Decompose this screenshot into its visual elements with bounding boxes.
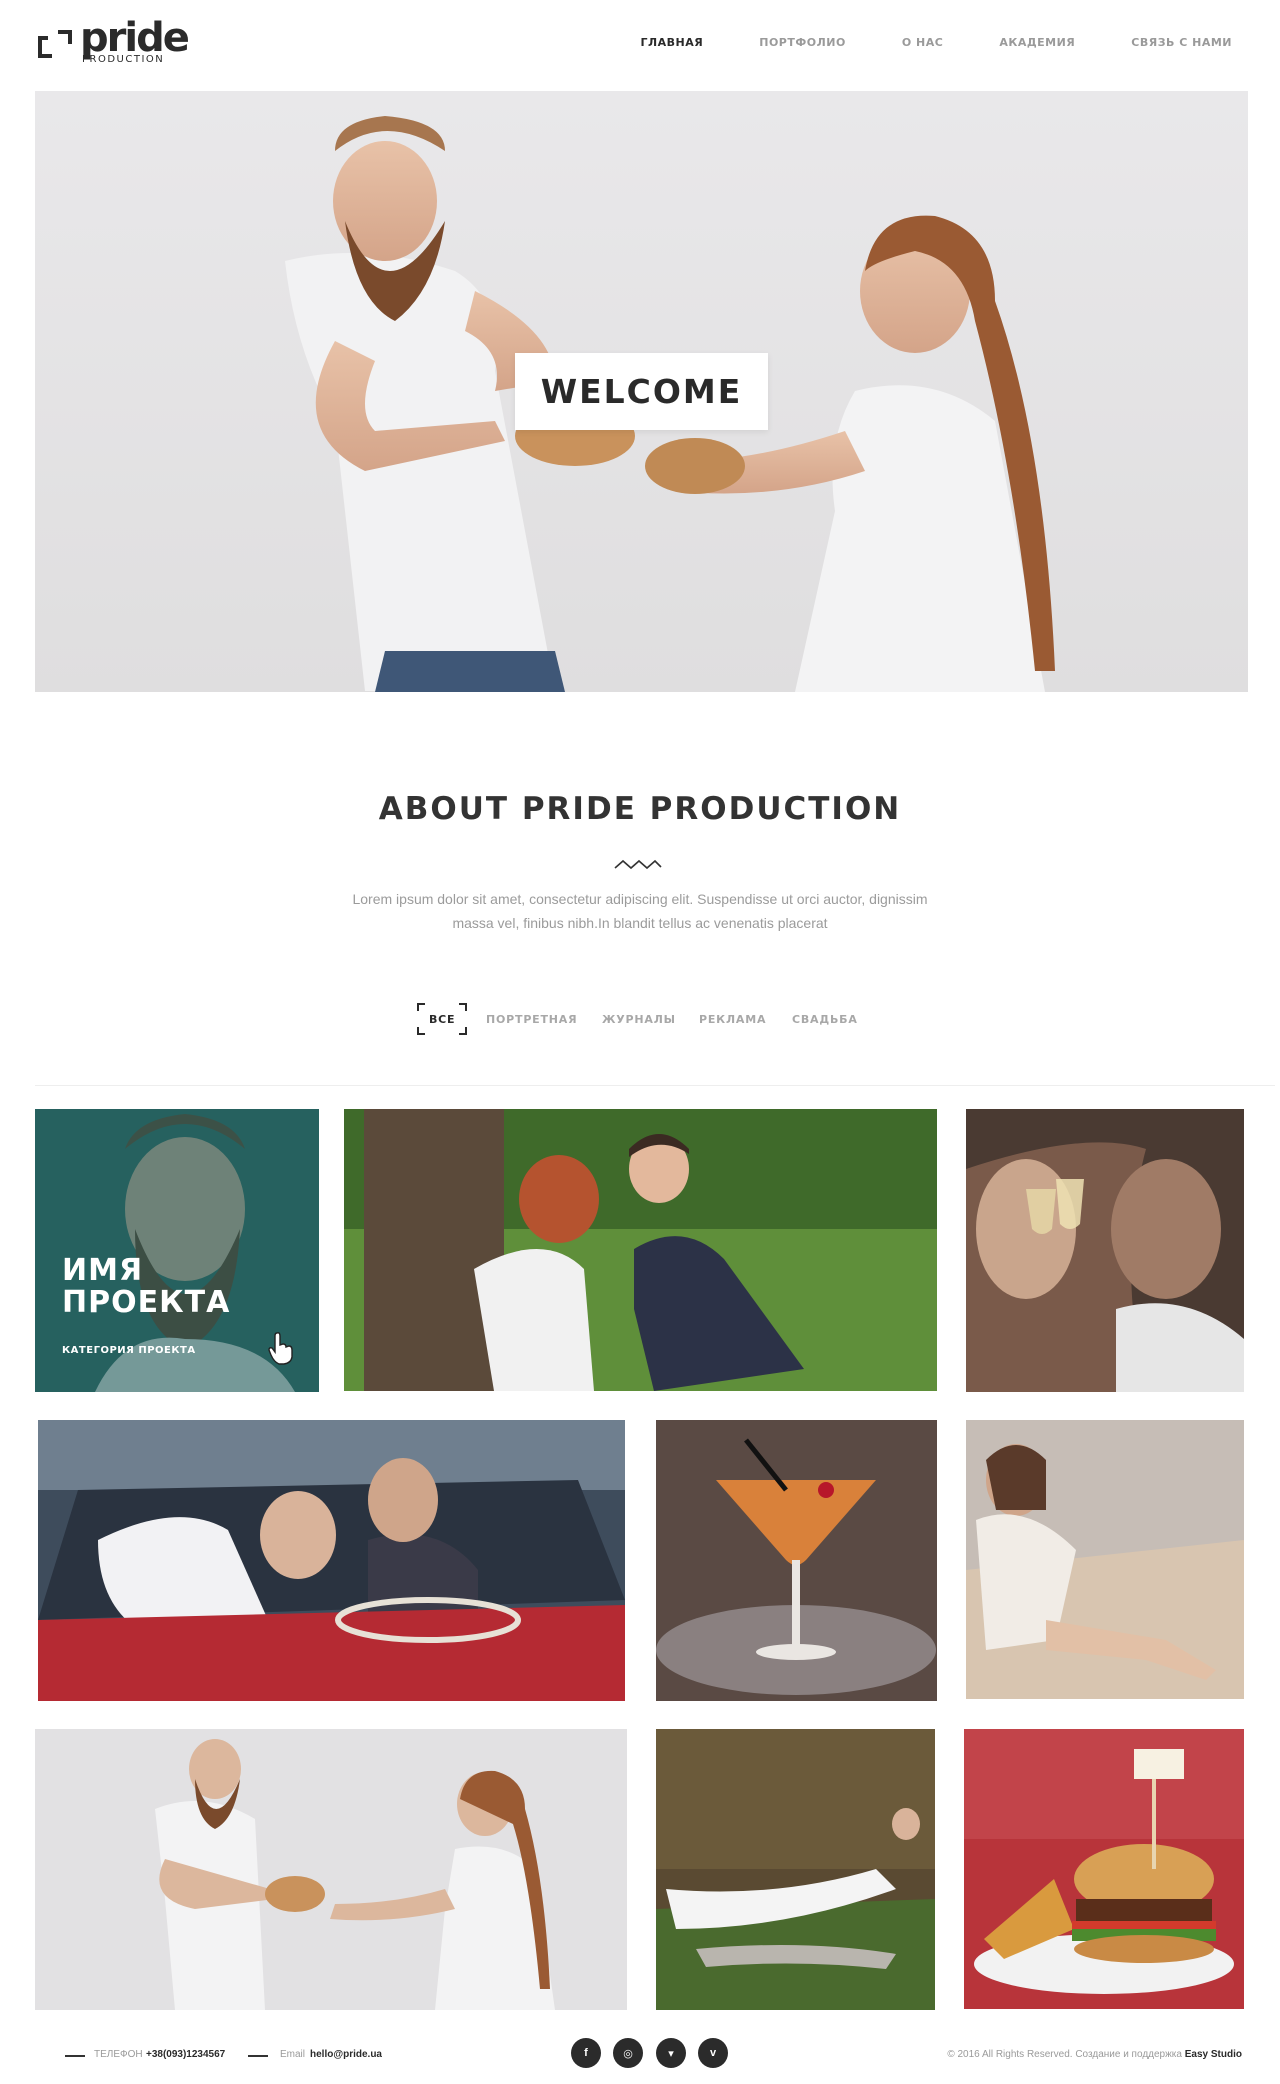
about-text: Lorem ipsum dolor sit amet, consectetur … bbox=[352, 891, 928, 931]
zigzag-divider-icon bbox=[614, 859, 662, 870]
portfolio-photo bbox=[966, 1109, 1244, 1392]
filter-wedding[interactable]: СВАДЬБА bbox=[792, 1013, 858, 1026]
portfolio-tile-1[interactable]: ИМЯ ПРОЕКТА КАТЕГОРИЯ ПРОЕКТА bbox=[35, 1109, 319, 1392]
filter-magazines[interactable]: ЖУРНАЛЫ bbox=[602, 1013, 676, 1026]
welcome-badge: WELCOME bbox=[515, 353, 768, 430]
about-title: ABOUT PRIDE PRODUCTION bbox=[378, 791, 902, 827]
dribbble-icon[interactable]: ◎ bbox=[613, 2038, 643, 2068]
footer-email-label: Email bbox=[280, 2049, 306, 2060]
filter-portrait[interactable]: ПОРТРЕТНАЯ bbox=[486, 1013, 577, 1026]
portfolio-photo bbox=[656, 1729, 935, 2010]
hand-cursor-icon bbox=[268, 1332, 293, 1365]
filter-advertising[interactable]: РЕКЛАМА bbox=[699, 1013, 766, 1026]
site-footer: ТЕЛЕФОН +38(093)1234567 Email hello@prid… bbox=[0, 2035, 1280, 2075]
nav-item-contact[interactable]: СВЯЗЬ С НАМИ bbox=[1131, 36, 1232, 49]
footer-dash bbox=[248, 2055, 268, 2057]
portfolio-tile-7[interactable] bbox=[35, 1729, 627, 2010]
footer-phone-label: ТЕЛЕФОН bbox=[94, 2049, 143, 2060]
footer-email[interactable]: hello@pride.ua bbox=[310, 2049, 382, 2060]
project-title: ИМЯ ПРОЕКТА bbox=[62, 1253, 231, 1320]
logo-word: pride bbox=[80, 15, 190, 61]
welcome-text: WELCOME bbox=[540, 372, 743, 411]
vimeo-icon[interactable]: v bbox=[698, 2038, 728, 2068]
nav-item-academy[interactable]: АКАДЕМИЯ bbox=[999, 36, 1075, 49]
logo[interactable]: pride PRODUCTION bbox=[38, 18, 190, 70]
portfolio-photo bbox=[966, 1420, 1244, 1699]
portfolio-photo bbox=[656, 1420, 937, 1701]
site-header: pride PRODUCTION ГЛАВНАЯ ПОРТФОЛИО О НАС… bbox=[0, 0, 1280, 91]
nav-item-portfolio[interactable]: ПОРТФОЛИО bbox=[759, 36, 846, 49]
portfolio-tile-4[interactable] bbox=[38, 1420, 625, 1701]
studio-link[interactable]: Easy Studio bbox=[1185, 2049, 1242, 2060]
portfolio-photo bbox=[35, 1729, 627, 2010]
footer-dash bbox=[65, 2055, 85, 2057]
copyright: © 2016 All Rights Reserved. Создание и п… bbox=[947, 2049, 1242, 2060]
portfolio-tile-3[interactable] bbox=[966, 1109, 1244, 1392]
project-category: КАТЕГОРИЯ ПРОЕКТА bbox=[62, 1345, 196, 1356]
logo-subtitle: PRODUCTION bbox=[82, 54, 165, 65]
facebook-icon[interactable]: f bbox=[571, 2038, 601, 2068]
twitter-icon[interactable]: ▾ bbox=[656, 2038, 686, 2068]
copyright-text: © 2016 All Rights Reserved. Создание и п… bbox=[947, 2049, 1182, 2060]
portfolio-photo bbox=[38, 1420, 625, 1701]
portfolio-tile-5[interactable] bbox=[656, 1420, 937, 1701]
nav-item-home[interactable]: ГЛАВНАЯ bbox=[641, 36, 704, 49]
filter-all[interactable]: ВСЕ bbox=[429, 1013, 455, 1026]
nav-item-about[interactable]: О НАС bbox=[902, 36, 943, 49]
main-nav: ГЛАВНАЯ ПОРТФОЛИО О НАС АКАДЕМИЯ СВЯЗЬ С… bbox=[585, 36, 1232, 49]
portfolio-filters: ВСЕ ПОРТРЕТНАЯ ЖУРНАЛЫ РЕКЛАМА СВАДЬБА bbox=[0, 1003, 1280, 1039]
portfolio-tile-9[interactable] bbox=[964, 1729, 1244, 2009]
portfolio-photo bbox=[344, 1109, 937, 1391]
portfolio-photo bbox=[964, 1729, 1244, 2009]
portfolio-tile-6[interactable] bbox=[966, 1420, 1244, 1699]
logo-bracket-icon bbox=[38, 30, 74, 60]
divider-line bbox=[35, 1085, 1275, 1086]
hero-banner: WELCOME bbox=[35, 91, 1248, 692]
portfolio-tile-8[interactable] bbox=[656, 1729, 935, 2010]
footer-phone[interactable]: +38(093)1234567 bbox=[146, 2049, 225, 2060]
portfolio-tile-2[interactable] bbox=[344, 1109, 937, 1391]
